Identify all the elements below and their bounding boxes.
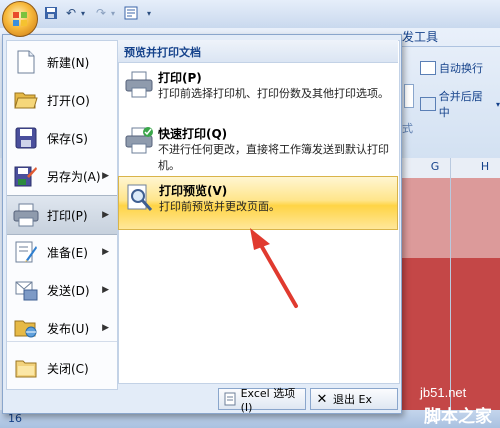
menu-item-print[interactable]: 打印(P) ▶	[7, 195, 117, 235]
submenu-item-print[interactable]: 打印(P) 打印前选择打印机、打印份数及其他打印选项。	[118, 64, 398, 116]
qat-undo-dropdown-icon[interactable]: ▾	[78, 4, 88, 22]
menu-item-send[interactable]: 发送(D) ▶	[7, 271, 117, 309]
printer-icon	[124, 70, 154, 100]
save-as-icon	[13, 163, 39, 189]
chevron-right-icon: ▶	[102, 210, 109, 220]
quick-print-icon	[124, 126, 154, 156]
menu-item-label: 关闭(C)	[47, 361, 89, 376]
menu-item-label: 发布(U)	[47, 321, 90, 336]
watermark-logo-text: 脚本之家	[424, 407, 492, 427]
menu-item-label: 准备(E)	[47, 245, 88, 260]
chevron-down-icon: ▾	[495, 99, 500, 109]
menu-item-label: 打开(O)	[47, 93, 90, 108]
publish-icon	[13, 315, 39, 341]
menu-item-save[interactable]: 保存(S)	[7, 119, 117, 157]
submenu-item-desc: 不进行任何更改，直接将工作簿发送到默认打印机。	[158, 143, 389, 172]
chevron-right-icon: ▶	[102, 285, 109, 295]
save-disk-icon	[13, 125, 39, 151]
options-document-icon	[223, 392, 237, 406]
ribbon-divider	[400, 46, 500, 47]
menu-item-new[interactable]: 新建(N)	[7, 43, 117, 81]
merge-center-label: 合并后居中	[438, 90, 483, 119]
close-icon: ✕	[316, 391, 328, 407]
menu-item-label: 另存为(A)	[47, 169, 101, 184]
office-button[interactable]	[2, 1, 38, 37]
print-submenu-header: 预览并打印文档	[118, 40, 398, 63]
submenu-item-desc: 打印前选择打印机、打印份数及其他打印选项。	[158, 87, 389, 100]
qat-save-icon[interactable]	[42, 4, 60, 22]
exit-excel-label: 退出 Ex	[333, 393, 372, 406]
submenu-item-title: 快速打印(Q)	[158, 127, 228, 141]
qat-redo-dropdown-icon[interactable]: ▾	[108, 4, 118, 22]
wrap-text-label: 自动换行	[439, 62, 483, 75]
menu-item-close[interactable]: 关闭(C)	[7, 349, 117, 387]
print-submenu-header-text: 预览并打印文档	[124, 46, 201, 59]
submenu-item-desc: 打印前预览并更改页面。	[159, 200, 280, 213]
new-document-icon	[13, 49, 39, 75]
submenu-item-title: 打印预览(V)	[159, 184, 228, 198]
menu-item-label: 保存(S)	[47, 131, 88, 146]
menu-item-label: 打印(P)	[47, 208, 88, 223]
submenu-item-quick-print[interactable]: 快速打印(Q) 不进行任何更改，直接将工作簿发送到默认打印机。	[118, 120, 398, 174]
printer-icon	[13, 202, 39, 228]
office-logo-icon	[13, 12, 27, 26]
office-menu-left-pane: 新建(N) 打开(O) 保存(S) 另存为(A) ▶ 打印(P) ▶ 准备(E)…	[6, 40, 118, 390]
menu-item-open[interactable]: 打开(O)	[7, 81, 117, 119]
column-header-h[interactable]: H	[470, 160, 500, 173]
wrap-text-button[interactable]: 自动换行	[420, 60, 483, 76]
chevron-right-icon: ▶	[102, 323, 109, 333]
wrap-text-icon	[420, 61, 436, 75]
send-icon	[13, 277, 39, 303]
print-preview-icon	[125, 183, 155, 213]
menu-item-label: 发送(D)	[47, 283, 90, 298]
close-folder-icon	[13, 355, 39, 381]
prepare-icon	[13, 239, 39, 265]
qat-customize-icon[interactable]: ▾	[144, 4, 154, 22]
submenu-item-title: 打印(P)	[158, 71, 202, 85]
ribbon-group-label: 式	[402, 122, 413, 135]
merge-center-icon	[420, 97, 436, 111]
watermark-url: jb51.net	[420, 385, 467, 400]
align-right-button[interactable]	[404, 84, 414, 108]
menu-item-save-as[interactable]: 另存为(A) ▶	[7, 157, 117, 195]
tab-developer[interactable]: 发工具	[402, 28, 438, 45]
open-folder-icon	[13, 87, 39, 113]
chevron-right-icon: ▶	[102, 171, 109, 181]
column-header-g[interactable]: G	[420, 160, 450, 173]
exit-excel-button[interactable]: ✕ 退出 Ex	[310, 388, 398, 410]
submenu-item-print-preview[interactable]: 打印预览(V) 打印前预览并更改页面。	[118, 176, 398, 230]
merge-center-button[interactable]: 合并后居中 ▾	[420, 88, 500, 120]
qat-print-preview-icon[interactable]	[122, 4, 140, 22]
excel-options-label: Excel 选项(I)	[240, 386, 296, 414]
column-divider	[450, 158, 451, 410]
excel-options-button[interactable]: Excel 选项(I)	[218, 387, 306, 414]
menu-item-label: 新建(N)	[47, 55, 90, 70]
menu-separator	[7, 341, 117, 342]
menu-item-prepare[interactable]: 准备(E) ▶	[7, 233, 117, 271]
chevron-right-icon: ▶	[102, 247, 109, 257]
